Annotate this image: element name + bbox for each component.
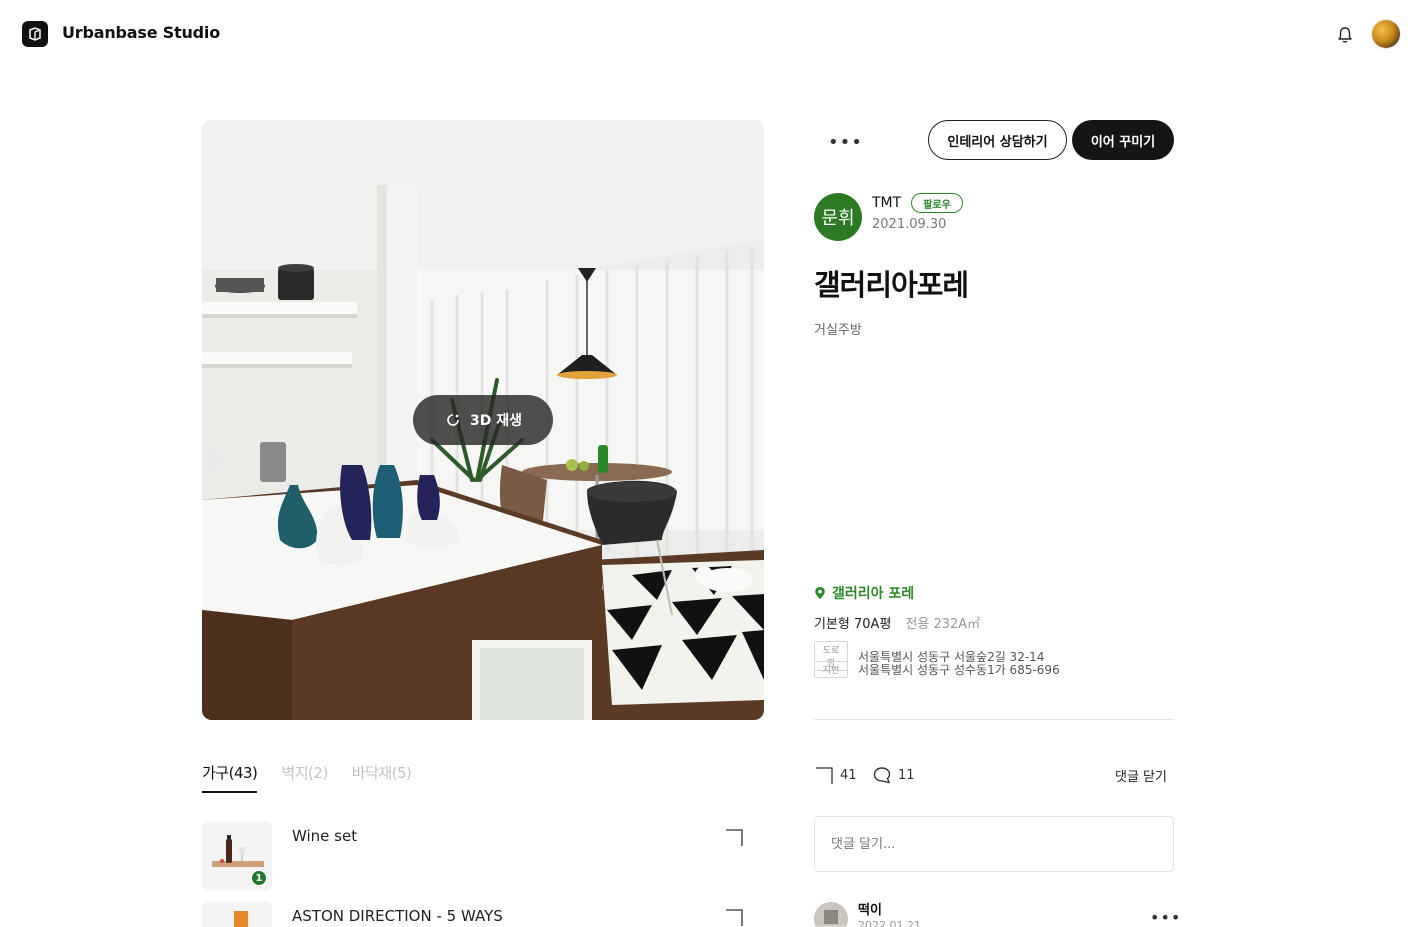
- comment-username[interactable]: 떡이: [858, 899, 882, 918]
- location-link[interactable]: 갤러리아 포레: [814, 583, 914, 603]
- unit-type: 기본형 70A평: [814, 617, 892, 632]
- room-render-image[interactable]: 3D 재생: [202, 120, 764, 720]
- bookmark-count[interactable]: 41: [814, 765, 857, 785]
- follow-button[interactable]: 팔로우: [911, 193, 963, 213]
- bookmark-count-value: 41: [840, 767, 857, 783]
- close-comments-button[interactable]: 댓글 닫기: [1115, 766, 1167, 785]
- bookmark-icon[interactable]: [724, 907, 744, 927]
- list-item[interactable]: ASTON DIRECTION - 5 WAYS: [202, 901, 748, 927]
- item-thumbnail: [202, 901, 272, 927]
- count-badge: 1: [251, 870, 267, 886]
- item-name: Wine set: [292, 827, 358, 845]
- lot-address-tag: 지번: [814, 661, 848, 678]
- post-date: 2021.09.30: [872, 217, 947, 232]
- bookmark-icon[interactable]: [724, 827, 744, 847]
- bookmark-icon: [816, 767, 833, 784]
- tab-flooring[interactable]: 바닥재(5): [352, 762, 412, 793]
- tab-wallpaper[interactable]: 벽지(2): [281, 762, 328, 793]
- list-item[interactable]: 1 Wine set: [202, 821, 748, 891]
- author-avatar[interactable]: 문휘: [814, 193, 862, 241]
- unit-area: 전용 232A㎡: [905, 617, 981, 632]
- cube-logo-icon: [29, 27, 41, 41]
- material-tabs: 가구(43) 벽지(2) 바닥재(5): [202, 762, 412, 793]
- profile-avatar[interactable]: [1372, 20, 1400, 48]
- unit-spec: 기본형 70A평 전용 232A㎡: [814, 613, 980, 632]
- comment-input[interactable]: [814, 816, 1174, 872]
- tab-furniture[interactable]: 가구(43): [202, 762, 258, 793]
- author-name[interactable]: TMT: [872, 195, 901, 211]
- comment-icon: [873, 767, 891, 784]
- logo-icon[interactable]: [22, 21, 48, 47]
- play-3d-button[interactable]: 3D 재생: [413, 395, 553, 445]
- comment-count[interactable]: 11: [872, 765, 915, 785]
- comment-date: 2022.01.21: [858, 919, 921, 927]
- lot-address-row: 지번 서울특별시 성동구 성수동1가 685-696: [814, 661, 1060, 678]
- brand-name[interactable]: Urbanbase Studio: [62, 23, 220, 42]
- interior-consult-button[interactable]: 인테리어 상담하기: [928, 120, 1067, 160]
- comment-more-icon[interactable]: •••: [1150, 908, 1181, 927]
- play-3d-label: 3D 재생: [470, 413, 522, 429]
- rotate-icon: [447, 414, 459, 426]
- comment-count-value: 11: [898, 767, 915, 783]
- location-name: 갤러리아 포레: [832, 586, 915, 602]
- item-name: ASTON DIRECTION - 5 WAYS: [292, 907, 503, 925]
- comment-avatar[interactable]: [814, 902, 848, 927]
- top-header: Urbanbase Studio: [0, 0, 1428, 70]
- page-title: 갤러리아포레: [814, 268, 969, 302]
- continue-decorating-button[interactable]: 이어 꾸미기: [1072, 120, 1174, 160]
- post-category: 거실주방: [814, 323, 862, 338]
- lot-address: 서울특별시 성동구 성수동1가 685-696: [858, 663, 1060, 677]
- divider: [814, 719, 1174, 720]
- bell-icon[interactable]: [1335, 25, 1355, 45]
- more-options-icon[interactable]: •••: [828, 132, 863, 153]
- pin-icon: [815, 587, 825, 599]
